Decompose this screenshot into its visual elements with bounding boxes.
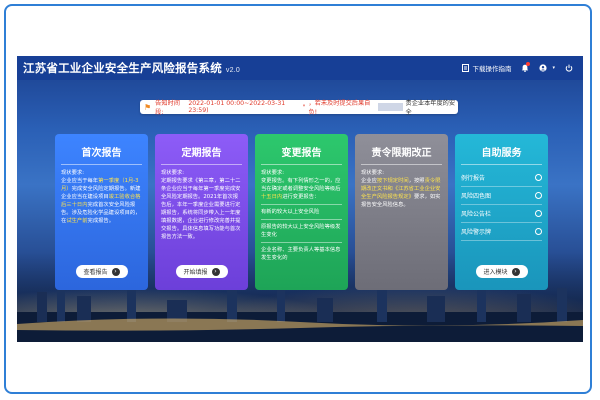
- card-highlight: 试生产前: [66, 218, 88, 224]
- document-icon: [462, 64, 470, 72]
- service-label: 例行报告: [461, 175, 486, 182]
- card-rectification[interactable]: 责令限期改正 现状要求: 企业应按下规定时间，按照责令限期改正文书和《江苏省工业…: [355, 134, 448, 290]
- card-divider: [361, 164, 442, 165]
- arrow-right-icon: ›: [111, 267, 120, 276]
- card-periodic-report: 定期报告 现状要求: 定期报告要求《第三章，第二十二条企业应当于每年第一季度完成…: [155, 134, 248, 290]
- card-text: 现状要求:: [261, 170, 284, 176]
- card-text: 变更报告。有下列情形之一的，应当在确定或者调整安全风险等级后: [261, 178, 341, 192]
- card-title: 变更报告: [281, 148, 322, 159]
- card-body: 现状要求: 企业应按下规定时间，按照责令限期改正文书和《江苏省工业企业安全生产风…: [361, 169, 442, 209]
- card-title: 定期报告: [181, 148, 222, 159]
- redacted-company-name: [378, 103, 403, 111]
- alarm-icon: ⚑: [144, 102, 152, 112]
- card-title: 首次报告: [81, 148, 122, 159]
- arrow-right-icon: ›: [511, 267, 520, 276]
- notice-text1: ，若未及时提交后果自负!: [308, 100, 371, 116]
- top-bar-actions: 下载操作指南 ▾: [462, 62, 583, 73]
- service-label: 风险警示牌: [461, 229, 492, 236]
- card-divider: [61, 164, 142, 165]
- app-window: 江苏省工业企业安全生产风险报告系统 v2.0 下载操作指南 ▾ ⚑ 告知时间段: …: [17, 56, 583, 342]
- card-change-report[interactable]: 变更报告 现状要求: 变更报告。有下列情形之一的，应当在确定或者调整安全风险等级…: [255, 134, 348, 290]
- notice-banner: ⚑ 告知时间段: 2022-01-01 00:00~2022-03-31 23:…: [140, 100, 458, 116]
- user-menu[interactable]: ▾: [539, 64, 555, 72]
- arrow-right-icon: ›: [211, 267, 220, 276]
- service-label: 风险公告栏: [461, 211, 492, 218]
- card-text: 进行变更报告：: [282, 194, 320, 200]
- radio-circle-icon: [535, 174, 542, 181]
- card-text: 现状要求:: [361, 170, 384, 176]
- card-text: 完成报告。: [87, 218, 115, 224]
- download-guide-label: 下载操作指南: [472, 65, 512, 73]
- app-title: 江苏省工业企业安全生产风险报告系统 v2.0: [23, 60, 240, 76]
- app-version: v2.0: [225, 67, 240, 74]
- card-divider: [461, 164, 542, 165]
- card-text: 企业应: [361, 178, 377, 184]
- change-condition-item: 企业名称、主要负责人等基本信息发生变化的: [261, 242, 342, 262]
- service-item-warning-sign[interactable]: 风险警示牌: [461, 223, 542, 241]
- service-list: 例行报告 风险四色图 风险公告栏 风险警示牌: [461, 169, 542, 241]
- top-bar: 江苏省工业企业安全生产风险报告系统 v2.0 下载操作指南 ▾: [17, 56, 583, 80]
- radio-circle-icon: [535, 210, 542, 217]
- logout-button[interactable]: [565, 64, 573, 72]
- card-highlight: 十五日内: [261, 194, 283, 200]
- notice-quote: ": [302, 103, 306, 111]
- notice-label: 告知时间段:: [155, 100, 180, 116]
- card-text: 现状要求:: [61, 170, 84, 176]
- app-title-text: 江苏省工业企业安全生产风险报告系统: [23, 63, 222, 75]
- card-title: 责令限期改正: [371, 148, 432, 159]
- card-text: 现状要求:: [161, 170, 184, 176]
- card-text: 企业应当于每年: [61, 178, 99, 184]
- enter-module-button[interactable]: 进入模块 ›: [475, 265, 528, 278]
- card-divider: [161, 164, 242, 165]
- view-report-button[interactable]: 查看报告 ›: [75, 265, 128, 278]
- button-label: 查看报告: [83, 269, 108, 276]
- notification-dot: [526, 62, 531, 66]
- button-label: 进入模块: [483, 269, 508, 276]
- power-icon: [565, 64, 573, 72]
- radio-circle-icon: [535, 228, 542, 235]
- chevron-down-icon: ▾: [552, 65, 555, 71]
- service-label: 风险四色图: [461, 193, 492, 200]
- notice-text2: 贵企业本年度的安全: [405, 100, 456, 116]
- change-condition-item: 有新的较大以上安全风险: [261, 204, 342, 216]
- card-self-service: 自助服务 例行报告 风险四色图 风险公告栏 风险警示牌 进入模块 ›: [455, 134, 548, 290]
- download-guide-link[interactable]: 下载操作指南: [462, 63, 511, 73]
- card-body: 现状要求: 变更报告。有下列情形之一的，应当在确定或者调整安全风险等级后十五日内…: [261, 169, 342, 262]
- notice-period: 2022-01-01 00:00~2022-03-31 23:59): [188, 100, 286, 114]
- button-label: 开始填报: [183, 269, 208, 276]
- notification-bell[interactable]: [521, 62, 531, 72]
- service-item-risk-board[interactable]: 风险公告栏: [461, 205, 542, 223]
- card-body: 现状要求: 定期报告要求《第三章，第二十二条企业应当于每年第一季度完成安全风险定…: [161, 169, 242, 241]
- card-first-report: 首次报告 现状要求: 企业应当于每年第一季度（1月-3月）完成安全风险定期报告。…: [55, 134, 148, 290]
- card-highlight: 按下规定时间: [376, 178, 409, 184]
- radio-circle-icon: [535, 192, 542, 199]
- card-text: ，按照: [408, 178, 425, 184]
- card-body: 现状要求: 企业应当于每年第一季度（1月-3月）完成安全风险定期报告。新建企业应…: [61, 169, 142, 225]
- card-divider: [261, 164, 342, 165]
- user-icon: [539, 64, 548, 72]
- service-item-risk-map[interactable]: 风险四色图: [461, 187, 542, 205]
- card-text: 2021年首次报告后，本年一季度企业需要进行定期报告，系统将同步带入上一年度填报…: [161, 194, 241, 240]
- change-condition-item: 原报告的较大以上安全风险等级发生变化: [261, 219, 342, 239]
- service-item-routine-report[interactable]: 例行报告: [461, 169, 542, 187]
- card-title: 自助服务: [481, 148, 522, 159]
- start-filling-button[interactable]: 开始填报 ›: [175, 265, 228, 278]
